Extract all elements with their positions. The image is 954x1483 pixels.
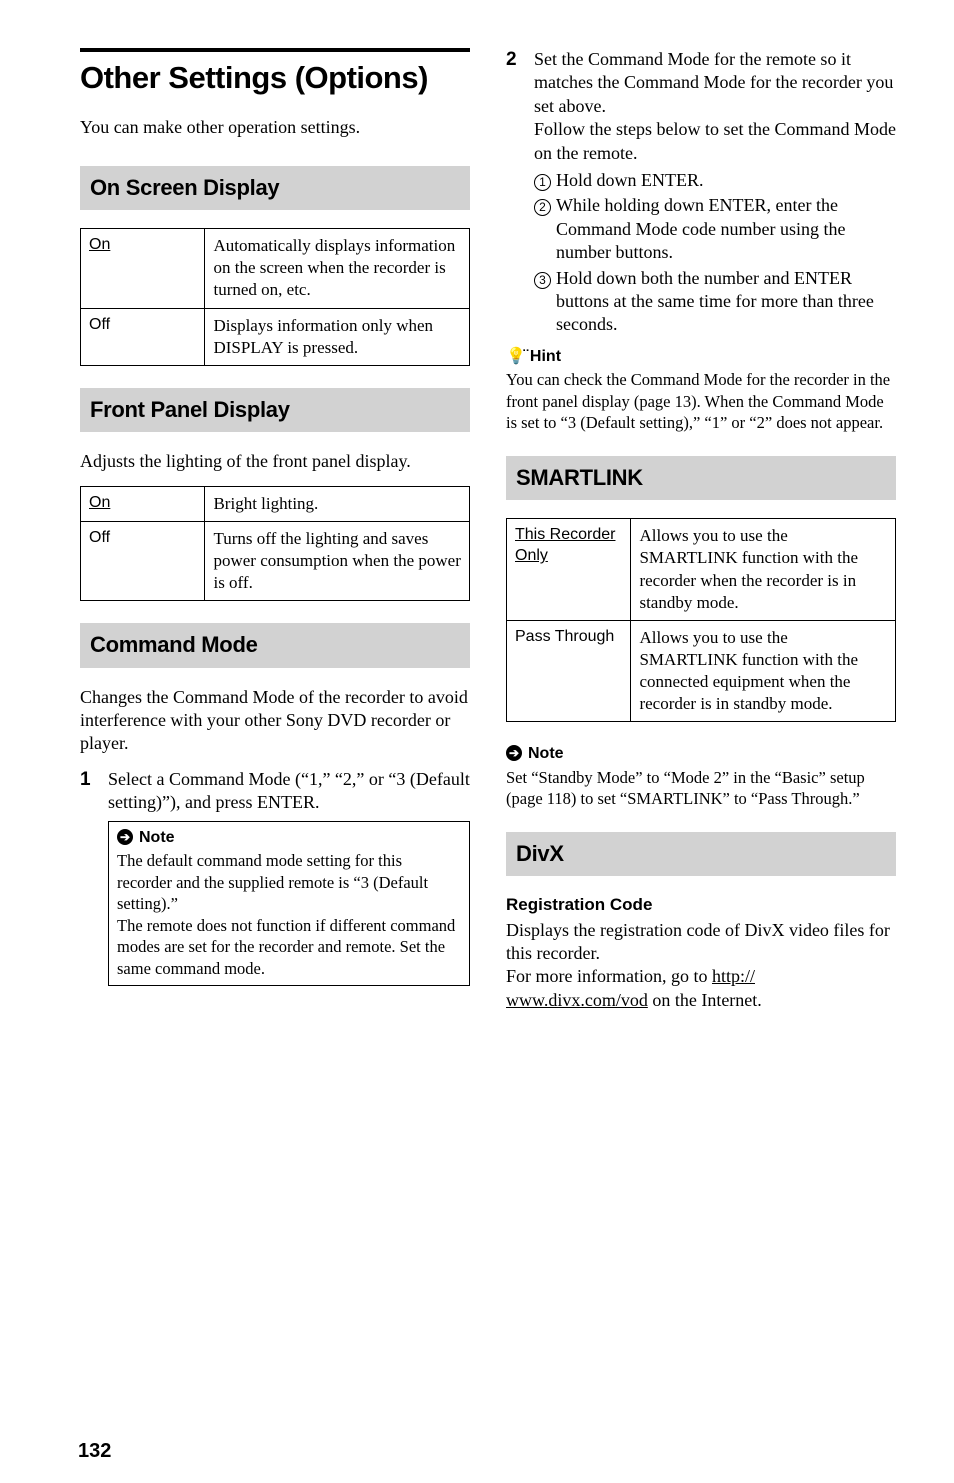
page-number: 132 [78,1438,111,1464]
hint-icon: 💡̈ [506,348,526,365]
option-desc: Bright lighting. [205,486,470,521]
note-body: Set “Standby Mode” to “Mode 2” in the “B… [506,767,896,810]
table-on-screen-display: On Automatically displays information on… [80,228,470,365]
option-desc: Displays information only when DISPLAY i… [205,308,470,365]
table-row: Pass Through Allows you to use the SMART… [507,620,896,721]
table-row: On Automatically displays information on… [81,229,470,308]
heading-front-panel-display: Front Panel Display [80,388,470,433]
step-text: Select a Command Mode (“1,” “2,” or “3 (… [108,768,470,815]
substep: 2 While holding down ENTER, enter the Co… [534,194,896,264]
heading-divx: DivX [506,832,896,877]
option-key: This Recorder Only [515,526,615,564]
note-body: The default command mode setting for thi… [117,850,461,914]
note-box: Note The default command mode setting fo… [108,821,470,986]
link-text: http:// [712,966,755,986]
hint-block: 💡̈Hint You can check the Command Mode fo… [506,347,896,434]
option-key: Pass Through [515,628,614,645]
circled-number-icon: 1 [534,174,551,191]
note-label: Note [117,828,461,849]
step-2: 2 Set the Command Mode for the remote so… [506,48,896,339]
option-key: Off [89,529,110,546]
substep-text: While holding down ENTER, enter the Comm… [556,194,896,264]
divx-body: For more information, go to http://www.d… [506,965,896,1012]
step-number: 2 [506,48,534,339]
intro-text: You can make other operation settings. [80,116,470,139]
option-key: Off [89,316,110,333]
table-front-panel-display: On Bright lighting. Off Turns off the li… [80,486,470,601]
step-number: 1 [80,768,108,986]
table-row: This Recorder Only Allows you to use the… [507,519,896,620]
section-intro: Changes the Command Mode of the recorder… [80,686,470,756]
option-desc: Allows you to use the SMARTLINK function… [631,620,896,721]
circled-number-icon: 3 [534,272,551,289]
note-body: The remote does not function if differen… [117,915,461,979]
table-row: Off Turns off the lighting and saves pow… [81,521,470,600]
substep-text: Hold down both the number and ENTER butt… [556,267,896,337]
divx-body: Displays the registration code of DivX v… [506,919,896,966]
page-title: Other Settings (Options) [80,58,470,98]
heading-command-mode: Command Mode [80,623,470,668]
note-label: Note [506,744,896,765]
table-row: On Bright lighting. [81,486,470,521]
heading-smartlink: SMARTLINK [506,456,896,501]
subheading-registration-code: Registration Code [506,894,896,916]
table-row: Off Displays information only when DISPL… [81,308,470,365]
option-desc: Automatically displays information on th… [205,229,470,308]
step-1: 1 Select a Command Mode (“1,” “2,” or “3… [80,768,470,986]
hint-body: You can check the Command Mode for the r… [506,369,896,433]
section-intro: Adjusts the lighting of the front panel … [80,450,470,473]
substep-text: Hold down ENTER. [556,169,704,192]
step-text: Set the Command Mode for the remote so i… [534,48,896,118]
section-rule [80,48,470,52]
substep: 1 Hold down ENTER. [534,169,896,192]
hint-label: 💡̈Hint [506,347,896,368]
option-desc: Turns off the lighting and saves power c… [205,521,470,600]
heading-on-screen-display: On Screen Display [80,166,470,211]
substep: 3 Hold down both the number and ENTER bu… [534,267,896,337]
option-desc: Allows you to use the SMARTLINK function… [631,519,896,620]
link-text: www.divx.com/vod [506,990,648,1010]
option-key: On [89,236,110,253]
option-key: On [89,494,110,511]
table-smartlink: This Recorder Only Allows you to use the… [506,518,896,722]
note-block: Note Set “Standby Mode” to “Mode 2” in t… [506,744,896,810]
step-text: Follow the steps below to set the Comman… [534,118,896,165]
circled-number-icon: 2 [534,199,551,216]
